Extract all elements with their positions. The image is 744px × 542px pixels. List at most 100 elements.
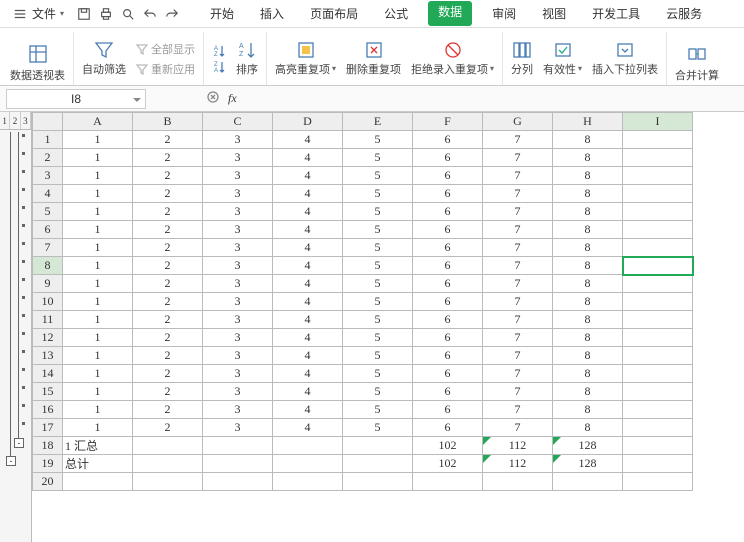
cell-D8[interactable]: 4 — [273, 257, 343, 275]
cell-H8[interactable]: 8 — [553, 257, 623, 275]
col-header-E[interactable]: E — [343, 113, 413, 131]
cell-H17[interactable]: 8 — [553, 419, 623, 437]
cell-G6[interactable]: 7 — [483, 221, 553, 239]
cell-D19[interactable] — [273, 455, 343, 473]
sort-desc-button[interactable]: ZA — [212, 60, 226, 74]
cell-A14[interactable]: 1 — [63, 365, 133, 383]
outline-dot[interactable] — [22, 404, 25, 407]
cell-F16[interactable]: 6 — [413, 401, 483, 419]
cell-D9[interactable]: 4 — [273, 275, 343, 293]
cell-C7[interactable]: 3 — [203, 239, 273, 257]
cell-A9[interactable]: 1 — [63, 275, 133, 293]
cell-F18[interactable]: 102 — [413, 437, 483, 455]
cell-A13[interactable]: 1 — [63, 347, 133, 365]
col-header-I[interactable]: I — [623, 113, 693, 131]
cell-D16[interactable]: 4 — [273, 401, 343, 419]
cell-D4[interactable]: 4 — [273, 185, 343, 203]
col-header-B[interactable]: B — [133, 113, 203, 131]
outline-dot[interactable] — [22, 422, 25, 425]
cell-E13[interactable]: 5 — [343, 347, 413, 365]
cell-I20[interactable] — [623, 473, 693, 491]
outline-dot[interactable] — [22, 152, 25, 155]
cell-I7[interactable] — [623, 239, 693, 257]
tab-data[interactable]: 数据 — [428, 1, 472, 26]
cell-E11[interactable]: 5 — [343, 311, 413, 329]
cell-E9[interactable]: 5 — [343, 275, 413, 293]
cell-G20[interactable] — [483, 473, 553, 491]
cell-H14[interactable]: 8 — [553, 365, 623, 383]
cell-D12[interactable]: 4 — [273, 329, 343, 347]
row-header-6[interactable]: 6 — [33, 221, 63, 239]
cell-B5[interactable]: 2 — [133, 203, 203, 221]
cell-H7[interactable]: 8 — [553, 239, 623, 257]
cell-E16[interactable]: 5 — [343, 401, 413, 419]
cell-A16[interactable]: 1 — [63, 401, 133, 419]
outline-dot[interactable] — [22, 134, 25, 137]
cell-B3[interactable]: 2 — [133, 167, 203, 185]
cell-I6[interactable] — [623, 221, 693, 239]
cell-E1[interactable]: 5 — [343, 131, 413, 149]
cell-F17[interactable]: 6 — [413, 419, 483, 437]
name-box[interactable]: I8 — [6, 89, 146, 109]
fx-label[interactable]: fx — [228, 91, 237, 106]
cell-F14[interactable]: 6 — [413, 365, 483, 383]
cell-F6[interactable]: 6 — [413, 221, 483, 239]
cell-H12[interactable]: 8 — [553, 329, 623, 347]
cell-H19[interactable]: 128 — [553, 455, 623, 473]
cell-F20[interactable] — [413, 473, 483, 491]
outline-level-2[interactable]: 2 — [10, 112, 20, 129]
cell-I15[interactable] — [623, 383, 693, 401]
cell-B15[interactable]: 2 — [133, 383, 203, 401]
cell-A4[interactable]: 1 — [63, 185, 133, 203]
outline-dot[interactable] — [22, 368, 25, 371]
tab-start[interactable]: 开始 — [204, 1, 240, 26]
cell-A10[interactable]: 1 — [63, 293, 133, 311]
outline-dot[interactable] — [22, 170, 25, 173]
cell-G12[interactable]: 7 — [483, 329, 553, 347]
cancel-icon[interactable] — [206, 90, 220, 107]
cell-C9[interactable]: 3 — [203, 275, 273, 293]
validation-button[interactable]: 有效性▾ — [543, 39, 582, 79]
row-header-18[interactable]: 18 — [33, 437, 63, 455]
cell-D7[interactable]: 4 — [273, 239, 343, 257]
cell-I19[interactable] — [623, 455, 693, 473]
cell-H10[interactable]: 8 — [553, 293, 623, 311]
outline-collapse[interactable]: - — [14, 438, 24, 448]
cell-B20[interactable] — [133, 473, 203, 491]
cell-I16[interactable] — [623, 401, 693, 419]
cell-D3[interactable]: 4 — [273, 167, 343, 185]
row-header-12[interactable]: 12 — [33, 329, 63, 347]
cell-A11[interactable]: 1 — [63, 311, 133, 329]
cell-I14[interactable] — [623, 365, 693, 383]
outline-panel[interactable]: 1 2 3 -- — [0, 112, 32, 542]
cell-B9[interactable]: 2 — [133, 275, 203, 293]
col-header-H[interactable]: H — [553, 113, 623, 131]
cell-G7[interactable]: 7 — [483, 239, 553, 257]
cell-B19[interactable] — [133, 455, 203, 473]
cell-H18[interactable]: 128 — [553, 437, 623, 455]
cell-C8[interactable]: 3 — [203, 257, 273, 275]
cell-F3[interactable]: 6 — [413, 167, 483, 185]
cell-E6[interactable]: 5 — [343, 221, 413, 239]
outline-dot[interactable] — [22, 296, 25, 299]
cell-G1[interactable]: 7 — [483, 131, 553, 149]
cell-A7[interactable]: 1 — [63, 239, 133, 257]
reject-dup-button[interactable]: 拒绝录入重复项▾ — [411, 39, 494, 79]
pivot-button[interactable]: 数据透视表 — [2, 32, 74, 85]
tab-layout[interactable]: 页面布局 — [304, 1, 364, 26]
outline-dot[interactable] — [22, 350, 25, 353]
cell-G5[interactable]: 7 — [483, 203, 553, 221]
save-icon[interactable] — [76, 6, 92, 22]
cell-C15[interactable]: 3 — [203, 383, 273, 401]
cell-G10[interactable]: 7 — [483, 293, 553, 311]
row-header-8[interactable]: 8 — [33, 257, 63, 275]
cell-C3[interactable]: 3 — [203, 167, 273, 185]
cell-G16[interactable]: 7 — [483, 401, 553, 419]
undo-icon[interactable] — [142, 6, 158, 22]
preview-icon[interactable] — [120, 6, 136, 22]
row-header-11[interactable]: 11 — [33, 311, 63, 329]
outline-level-1[interactable]: 1 — [0, 112, 10, 129]
cell-A12[interactable]: 1 — [63, 329, 133, 347]
cell-F9[interactable]: 6 — [413, 275, 483, 293]
row-header-15[interactable]: 15 — [33, 383, 63, 401]
